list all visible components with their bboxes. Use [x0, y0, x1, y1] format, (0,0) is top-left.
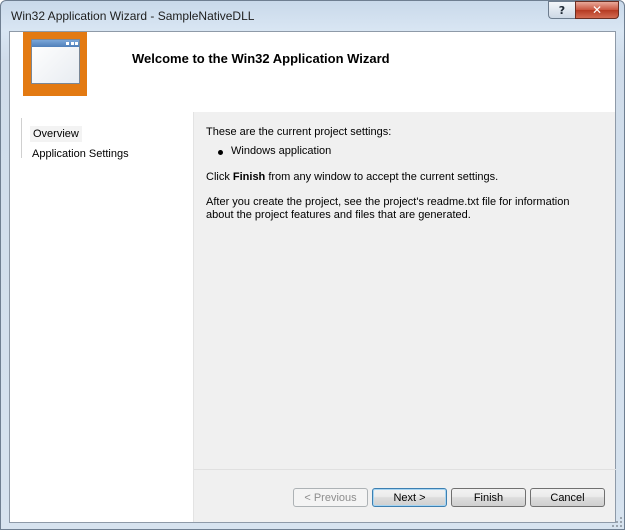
page-title: Welcome to the Win32 Application Wizard — [132, 51, 390, 66]
help-button[interactable]: ? — [548, 1, 575, 19]
finish-prefix: Click — [206, 171, 233, 183]
settings-item: Windows application — [231, 145, 332, 157]
logo-window-frame — [31, 39, 80, 84]
button-divider — [194, 469, 616, 470]
bullet-icon — [218, 150, 223, 155]
finish-instruction: Click Finish from any window to accept t… — [206, 171, 498, 184]
close-icon: ✕ — [591, 3, 603, 17]
previous-button[interactable]: < Previous — [293, 488, 368, 507]
nav-item-overview[interactable]: Overview — [30, 126, 82, 142]
overview-panel: These are the current project settings: … — [193, 112, 616, 522]
finish-suffix: from any window to accept the current se… — [265, 171, 499, 183]
readme-note: After you create the project, see the pr… — [206, 196, 606, 222]
title-bar[interactable]: Win32 Application Wizard - SampleNativeD… — [1, 1, 624, 31]
wizard-client-area: Welcome to the Win32 Application Wizard … — [9, 31, 616, 523]
next-button[interactable]: Next > — [372, 488, 447, 507]
wizard-nav: Overview Application Settings — [10, 112, 193, 522]
wizard-header: Welcome to the Win32 Application Wizard — [10, 32, 615, 112]
cancel-button[interactable]: Cancel — [530, 488, 605, 507]
finish-button[interactable]: Finish — [451, 488, 526, 507]
close-button[interactable]: ✕ — [575, 1, 619, 19]
wizard-window-icon — [23, 32, 87, 96]
settings-intro: These are the current project settings: — [206, 126, 392, 138]
wizard-window: Win32 Application Wizard - SampleNativeD… — [0, 0, 625, 530]
nav-item-application-settings[interactable]: Application Settings — [29, 146, 132, 162]
nav-divider — [21, 118, 22, 158]
readme-line-1: After you create the project, see the pr… — [206, 196, 570, 208]
readme-line-2: about the project features and files tha… — [206, 209, 471, 221]
help-icon: ? — [558, 3, 566, 17]
resize-grip-icon[interactable] — [612, 517, 622, 527]
window-title: Win32 Application Wizard - SampleNativeD… — [11, 9, 255, 23]
caption-buttons: ? ✕ — [548, 1, 619, 20]
finish-bold: Finish — [232, 171, 266, 183]
logo-window-titlebar — [32, 40, 79, 47]
